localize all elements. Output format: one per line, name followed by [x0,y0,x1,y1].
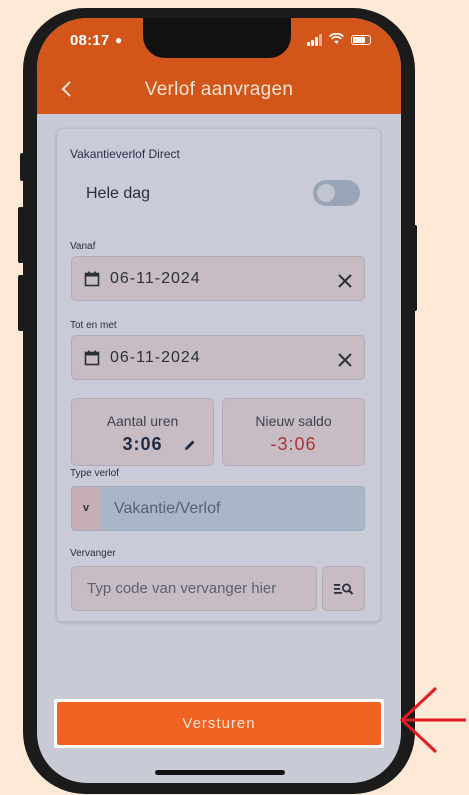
new-balance-value: -3:06 [270,434,317,454]
status-icons [307,32,371,47]
search-list-icon [334,583,354,595]
hours-label: Aantal uren [106,413,179,429]
arrow-left-icon [399,686,466,754]
signal-icon [307,34,322,46]
section-title: Vakantieverlof Direct [70,147,180,161]
leave-type-label: Type verlof [70,468,119,479]
submit-highlight: Versturen [54,699,384,748]
calendar-icon [84,350,100,366]
phone-screen: 08:17 ●​ Verlof aanvragen Vakantieverlof… [37,18,401,783]
wifi-icon [328,32,345,47]
until-date-value: 06-11-2024 [110,349,201,366]
full-day-label: Hele dag [86,185,151,202]
leave-type-value: Vakantie/Verlof [114,500,221,517]
pencil-icon[interactable] [183,438,197,452]
replacement-input[interactable]: Typ code van vervanger hier [71,566,317,611]
lookup-button[interactable] [322,566,365,611]
battery-icon [351,35,371,45]
page-title: Verlof aanvragen [144,79,294,100]
leave-type-prefix: v [72,487,100,530]
app-header: Verlof aanvragen [37,64,401,114]
hours-box[interactable]: Aantal uren 3:06 [71,398,214,466]
from-date-value: 06-11-2024 [110,270,201,287]
until-label: Tot en met [70,320,117,331]
replacement-label: Vervanger [70,548,116,559]
close-icon[interactable] [338,266,352,294]
leave-request-card: Vakantieverlof Direct Hele dag Vanaf 06-… [56,128,381,622]
home-indicator [155,770,285,775]
camera-notch [143,18,291,58]
calendar-icon [84,271,100,287]
status-time: 08:17 [70,32,110,49]
close-icon[interactable] [338,345,352,373]
from-date-field[interactable]: 06-11-2024 [71,256,365,301]
submit-button[interactable]: Versturen [57,702,381,745]
from-label: Vanaf [70,241,96,252]
full-day-toggle[interactable] [313,180,360,206]
new-balance-box: Nieuw saldo -3:06 [222,398,365,466]
leave-type-select[interactable]: v Vakantie/Verlof [71,486,365,531]
status-bar: 08:17 ●​ [37,18,401,64]
new-balance-label: Nieuw saldo [255,413,332,429]
person-icon: ●​ [115,33,123,47]
toggle-knob [317,184,335,202]
until-date-field[interactable]: 06-11-2024 [71,335,365,380]
